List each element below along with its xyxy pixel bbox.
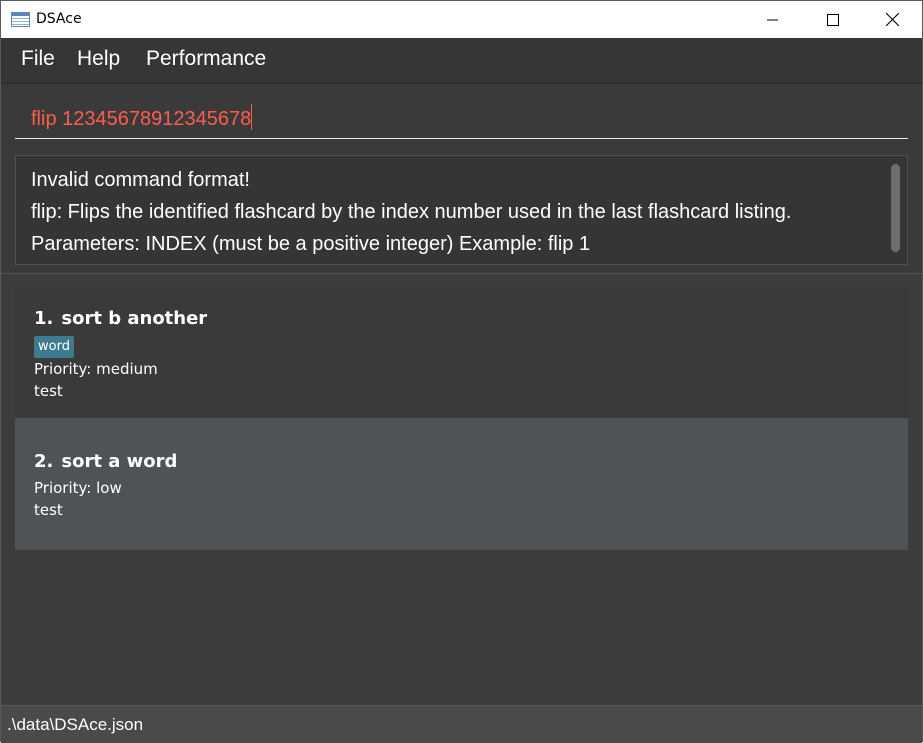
- result-display[interactable]: Invalid command format! flip: Flips the …: [15, 155, 908, 265]
- text-caret: [251, 104, 253, 130]
- flashcard-question: sort a word: [61, 451, 178, 472]
- flashcard-note: test: [34, 501, 63, 519]
- command-area: flip 12345678912345678: [1, 84, 922, 146]
- flashcard-priority: Priority: medium: [34, 360, 158, 378]
- client-area: File Help Performance flip 1234567891234…: [1, 38, 922, 743]
- result-scrollbar[interactable]: [891, 164, 900, 252]
- command-input[interactable]: flip 12345678912345678: [15, 84, 908, 139]
- flashcard-note: test: [34, 382, 63, 400]
- window-title: DSAce: [36, 11, 82, 27]
- flashcard-title: 2. sort a word: [34, 451, 177, 472]
- command-input-text: flip 12345678912345678: [31, 104, 253, 131]
- command-value: flip 12345678912345678: [31, 108, 252, 130]
- window-app-icon: [11, 12, 30, 27]
- menu-help[interactable]: Help: [77, 47, 120, 71]
- flashcard-card-selected[interactable]: 2. sort a word Priority: low test: [15, 418, 908, 550]
- maximize-button[interactable]: [810, 1, 856, 38]
- result-panel: Invalid command format! flip: Flips the …: [1, 147, 922, 274]
- flashcard-title: 1. sort b another: [34, 308, 207, 329]
- menu-bar: File Help Performance: [1, 38, 922, 84]
- menu-file[interactable]: File: [21, 47, 55, 71]
- close-icon: [885, 13, 899, 26]
- result-line-2: flip: Flips the identified flashcard by …: [31, 201, 792, 223]
- status-bar: .\data\DSAce.json: [1, 705, 922, 743]
- minimize-icon: [767, 14, 779, 26]
- flashcard-list: 1. sort b another word Priority: medium t…: [15, 287, 908, 550]
- minimize-button[interactable]: [750, 1, 796, 38]
- flashcard-index: 2.: [34, 451, 54, 472]
- maximize-icon: [827, 13, 839, 26]
- flashcard-question: sort b another: [61, 308, 208, 329]
- flashcard-tag: word: [34, 336, 74, 358]
- flashcard-index: 1.: [34, 308, 54, 329]
- flashcard-card[interactable]: 1. sort b another word Priority: medium t…: [15, 287, 908, 418]
- save-location-path: .\data\DSAce.json: [7, 715, 144, 734]
- close-button[interactable]: [869, 1, 915, 38]
- app-window: DSAce File Help Performance flip 1234567…: [0, 0, 923, 743]
- menu-performance[interactable]: Performance: [146, 47, 266, 71]
- result-line-1: Invalid command format!: [31, 169, 250, 191]
- flashcard-priority: Priority: low: [34, 479, 122, 497]
- result-line-3: Parameters: INDEX (must be a positive in…: [31, 233, 591, 255]
- title-bar[interactable]: DSAce: [1, 1, 922, 38]
